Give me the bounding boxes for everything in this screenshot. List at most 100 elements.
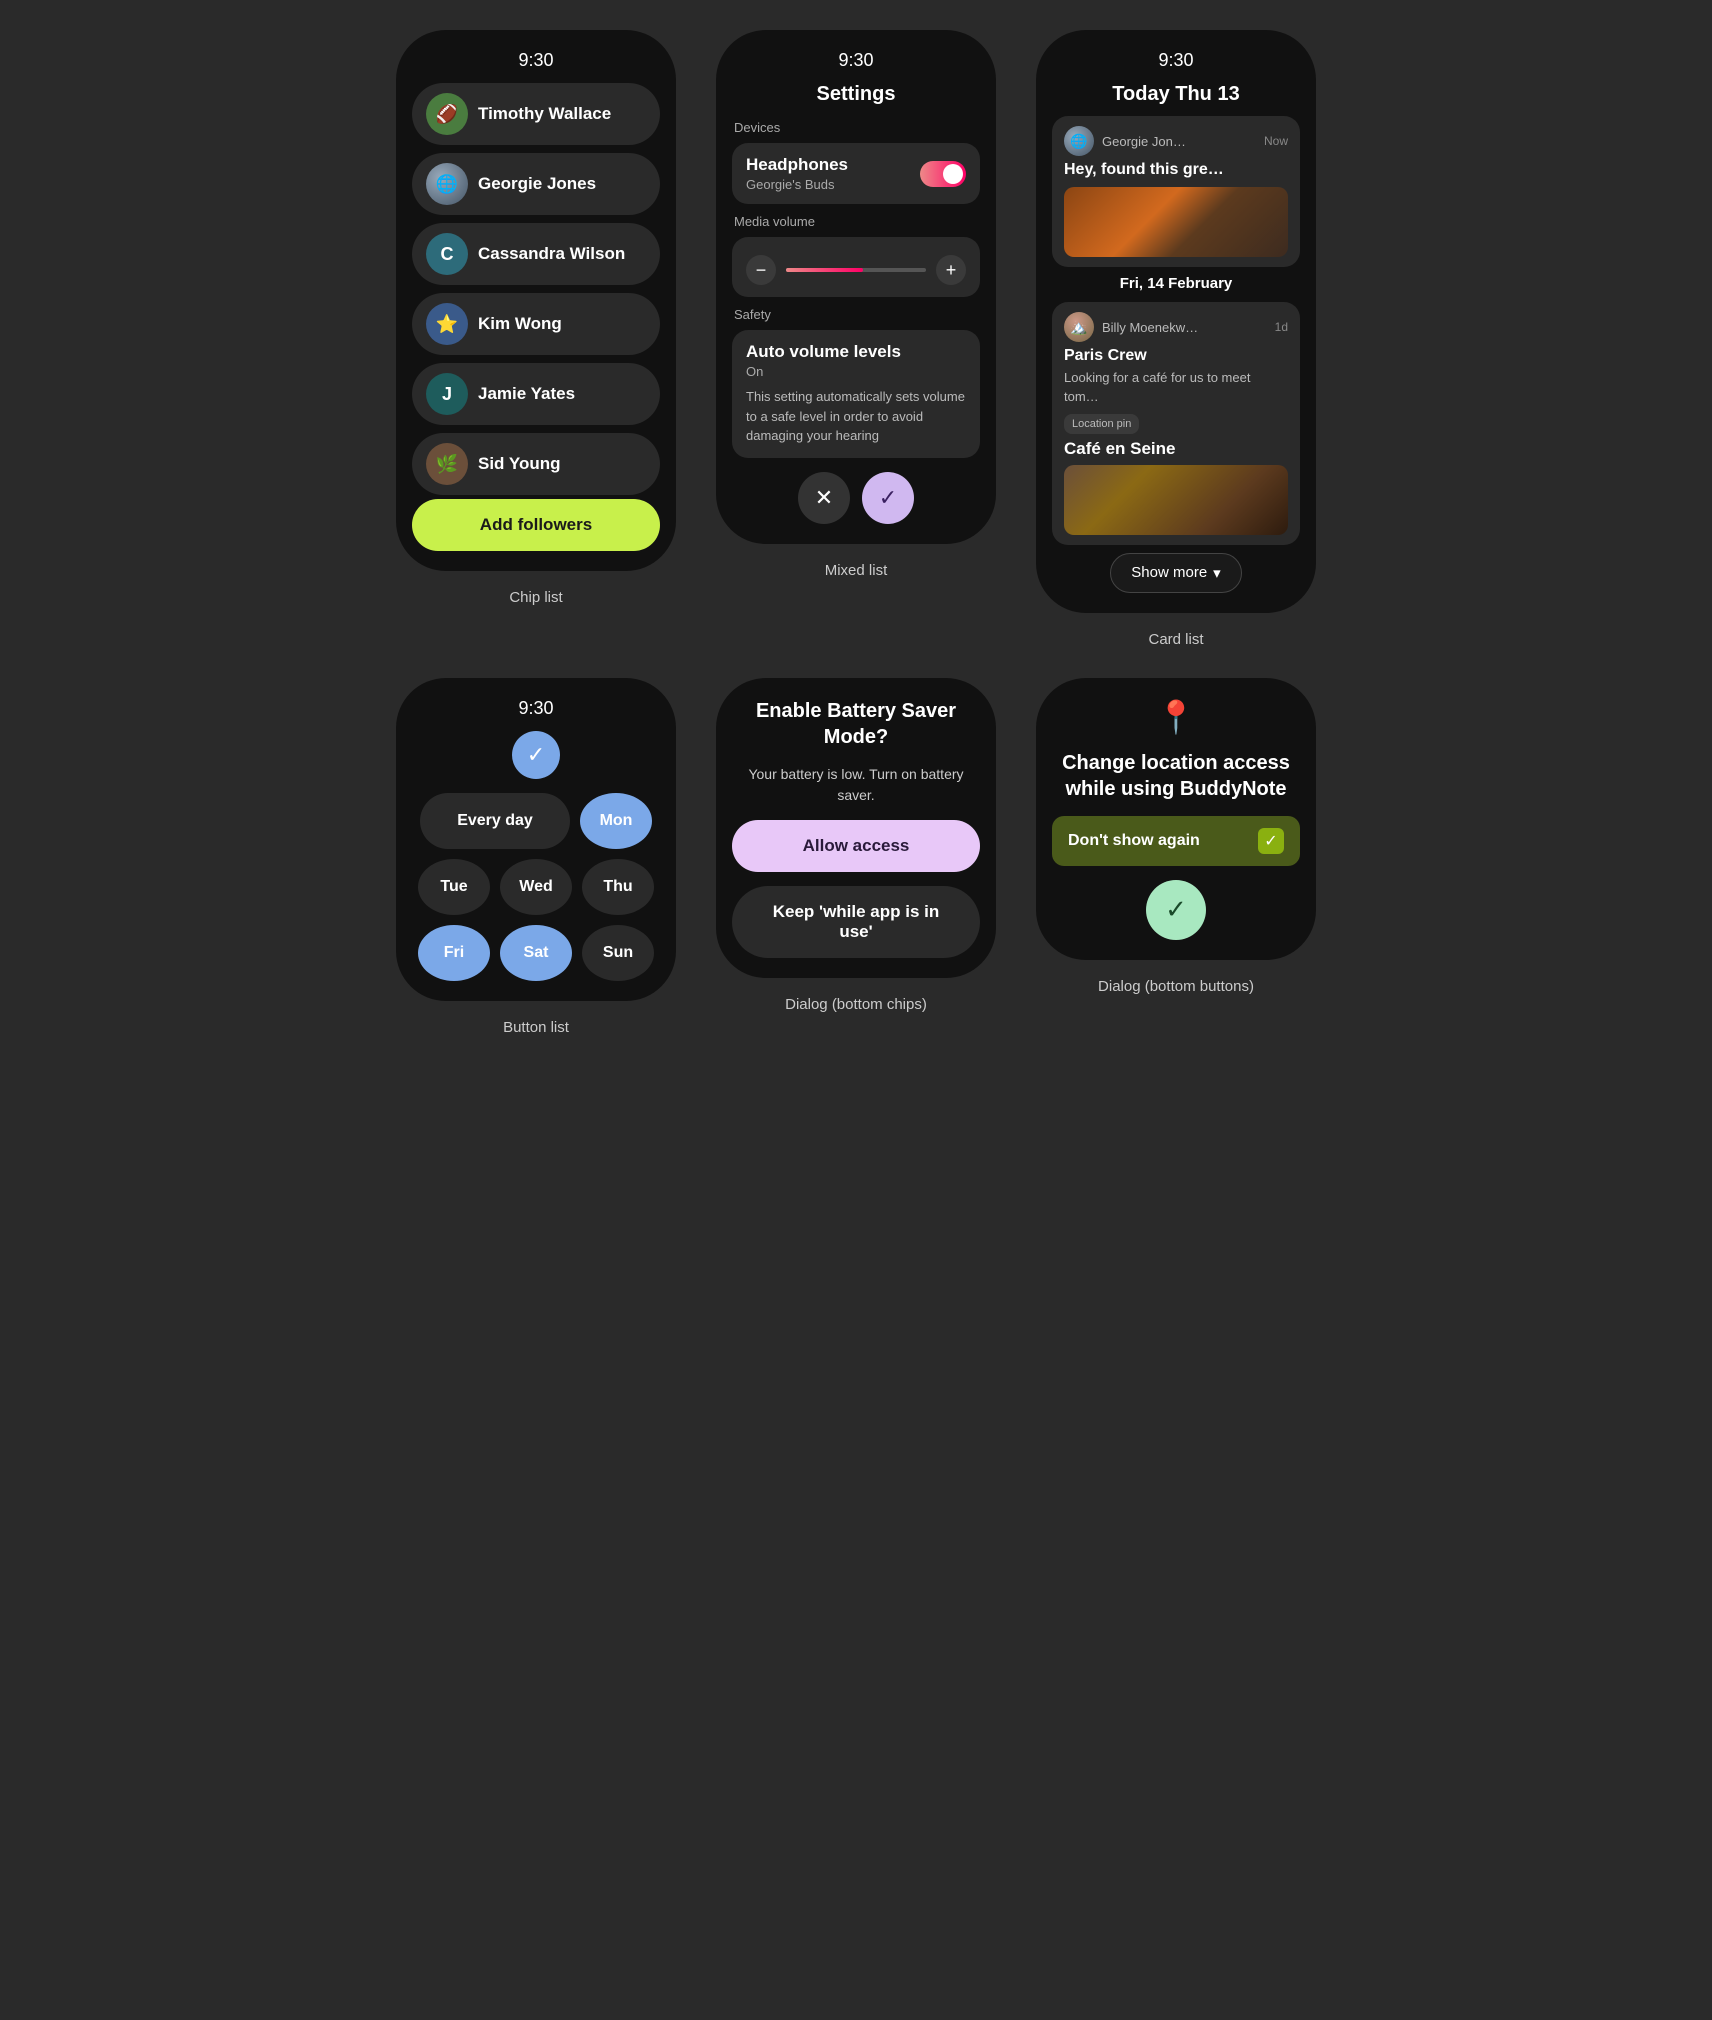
every-day-button[interactable]: Every day xyxy=(420,793,570,849)
chip-list-device: 9:30 🏈 Timothy Wallace 🌐 Georgie Jones C… xyxy=(396,30,676,571)
mixed-list-label: Mixed list xyxy=(825,562,888,579)
day-row-2: Tue Wed Thu xyxy=(412,859,660,915)
chip-item-sid[interactable]: 🌿 Sid Young xyxy=(412,433,660,495)
chip-item-jamie[interactable]: J Jamie Yates xyxy=(412,363,660,425)
sun-button[interactable]: Sun xyxy=(582,925,654,981)
confirm-checkmark: ✓ xyxy=(1165,894,1187,925)
card-georgie-top: 🌐 Georgie Jon… Now xyxy=(1064,126,1288,156)
allow-access-button[interactable]: Allow access xyxy=(732,820,980,872)
volume-plus-button[interactable]: + xyxy=(936,255,966,285)
card-list-device: 9:30 Today Thu 13 🌐 Georgie Jon… Now Hey… xyxy=(1036,30,1316,613)
headphones-card: Headphones Georgie's Buds xyxy=(732,143,980,204)
name-sid: Sid Young xyxy=(478,454,560,474)
card-list-label: Card list xyxy=(1148,631,1203,648)
thu-button[interactable]: Thu xyxy=(582,859,654,915)
name-georgie: Georgie Jones xyxy=(478,174,596,194)
chip-item-kim[interactable]: ⭐ Kim Wong xyxy=(412,293,660,355)
chip-list: 🏈 Timothy Wallace 🌐 Georgie Jones C Cass… xyxy=(412,83,660,495)
card-billy-top: 🏔️ Billy Moenekw… 1d xyxy=(1064,312,1288,342)
fri-header: Fri, 14 February xyxy=(1052,275,1300,292)
dialog-buttons-label: Dialog (bottom buttons) xyxy=(1098,978,1254,995)
georgie-title: Hey, found this gre… xyxy=(1064,160,1288,179)
safety-label: Safety xyxy=(732,307,980,322)
dialog-chips-panel: Enable Battery Saver Mode? Your battery … xyxy=(706,678,1006,1036)
button-list-shell: ✓ Every day Mon Tue Wed Thu Fri Sat Sun xyxy=(412,731,660,981)
show-more-label: Show more xyxy=(1131,564,1207,581)
chip-list-time: 9:30 xyxy=(518,50,553,71)
billy-body: Looking for a café for us to meet tom… xyxy=(1064,369,1288,405)
avatar-billy-card: 🏔️ xyxy=(1064,312,1094,342)
billy-sender: Billy Moenekw… xyxy=(1102,320,1267,335)
button-list-panel: 9:30 ✓ Every day Mon Tue Wed Thu Fri xyxy=(386,678,686,1036)
day-grid: Every day Mon Tue Wed Thu Fri Sat Sun xyxy=(412,793,660,981)
button-list-time: 9:30 xyxy=(518,698,553,719)
settings-actions: ✕ ✓ xyxy=(732,472,980,524)
cancel-button[interactable]: ✕ xyxy=(798,472,850,524)
mixed-list-time: 9:30 xyxy=(838,50,873,71)
chip-item-georgie[interactable]: 🌐 Georgie Jones xyxy=(412,153,660,215)
auto-volume-status: On xyxy=(746,364,966,379)
wed-button[interactable]: Wed xyxy=(500,859,572,915)
chip-list-panel: 9:30 🏈 Timothy Wallace 🌐 Georgie Jones C… xyxy=(386,30,686,648)
add-followers-button[interactable]: Add followers xyxy=(412,499,660,551)
mixed-list-panel: 9:30 Settings Devices Headphones Georgie… xyxy=(706,30,1006,648)
auto-volume-name: Auto volume levels xyxy=(746,342,966,362)
dont-show-text: Don't show again xyxy=(1068,832,1200,850)
chip-list-label: Chip list xyxy=(509,589,562,606)
mon-button[interactable]: Mon xyxy=(580,793,652,849)
auto-volume-desc: This setting automatically sets volume t… xyxy=(746,387,966,446)
day-row-3: Fri Sat Sun xyxy=(412,925,660,981)
dialog-buttons-device: 📍 Change location access while using Bud… xyxy=(1036,678,1316,960)
card-list-panel: 9:30 Today Thu 13 🌐 Georgie Jon… Now Hey… xyxy=(1026,30,1326,648)
georgie-image xyxy=(1064,187,1288,257)
auto-volume-card: Auto volume levels On This setting autom… xyxy=(732,330,980,458)
tue-button[interactable]: Tue xyxy=(418,859,490,915)
location-pin-icon: 📍 xyxy=(1156,698,1196,736)
check-circle-top: ✓ xyxy=(512,731,560,779)
dialog-chips-label: Dialog (bottom chips) xyxy=(785,996,927,1013)
chip-item-cassandra[interactable]: C Cassandra Wilson xyxy=(412,223,660,285)
dialog-buttons-shell: 📍 Change location access while using Bud… xyxy=(1052,698,1300,940)
keep-button[interactable]: Keep 'while app is in use' xyxy=(732,886,980,958)
location-badge: Location pin xyxy=(1064,414,1139,434)
card-list-time: 9:30 xyxy=(1158,50,1193,71)
sat-button[interactable]: Sat xyxy=(500,925,572,981)
media-volume-label: Media volume xyxy=(732,214,980,229)
dialog-chips-device: Enable Battery Saver Mode? Your battery … xyxy=(716,678,996,978)
mixed-list-device: 9:30 Settings Devices Headphones Georgie… xyxy=(716,30,996,544)
name-cassandra: Cassandra Wilson xyxy=(478,244,625,264)
confirm-button[interactable]: ✓ xyxy=(862,472,914,524)
card-list-container: Today Thu 13 🌐 Georgie Jon… Now Hey, fou… xyxy=(1052,83,1300,593)
card-billy[interactable]: 🏔️ Billy Moenekw… 1d Paris Crew Looking … xyxy=(1052,302,1300,545)
today-header: Today Thu 13 xyxy=(1052,83,1300,106)
dialog-chips-shell: Enable Battery Saver Mode? Your battery … xyxy=(732,698,980,958)
avatar-sid: 🌿 xyxy=(426,443,468,485)
dialog-chips-title: Enable Battery Saver Mode? xyxy=(732,698,980,750)
card-georgie[interactable]: 🌐 Georgie Jon… Now Hey, found this gre… xyxy=(1052,116,1300,267)
cafe-image xyxy=(1064,465,1288,535)
avatar-georgie: 🌐 xyxy=(426,163,468,205)
avatar-cassandra: C xyxy=(426,233,468,275)
billy-time: 1d xyxy=(1275,320,1288,334)
dialog-buttons-title: Change location access while using Buddy… xyxy=(1052,750,1300,802)
confirm-circle-button[interactable]: ✓ xyxy=(1146,880,1206,940)
dont-show-row[interactable]: Don't show again ✓ xyxy=(1052,816,1300,866)
settings-title: Settings xyxy=(732,83,980,106)
settings-container: Settings Devices Headphones Georgie's Bu… xyxy=(732,83,980,524)
headphones-toggle[interactable] xyxy=(920,161,966,187)
avatar-kim: ⭐ xyxy=(426,303,468,345)
name-timothy: Timothy Wallace xyxy=(478,104,611,124)
fri-button[interactable]: Fri xyxy=(418,925,490,981)
georgie-sender: Georgie Jon… xyxy=(1102,134,1256,149)
dialog-buttons-panel: 📍 Change location access while using Bud… xyxy=(1026,678,1326,1036)
volume-fill xyxy=(786,268,863,272)
chip-item-timothy[interactable]: 🏈 Timothy Wallace xyxy=(412,83,660,145)
georgie-time: Now xyxy=(1264,134,1288,148)
location-name: Café en Seine xyxy=(1064,439,1288,459)
billy-title: Paris Crew xyxy=(1064,346,1288,365)
avatar-timothy: 🏈 xyxy=(426,93,468,135)
volume-row: − + xyxy=(746,255,966,285)
dont-show-checkbox[interactable]: ✓ xyxy=(1258,828,1284,854)
volume-minus-button[interactable]: − xyxy=(746,255,776,285)
show-more-button[interactable]: Show more ▾ xyxy=(1110,553,1241,593)
